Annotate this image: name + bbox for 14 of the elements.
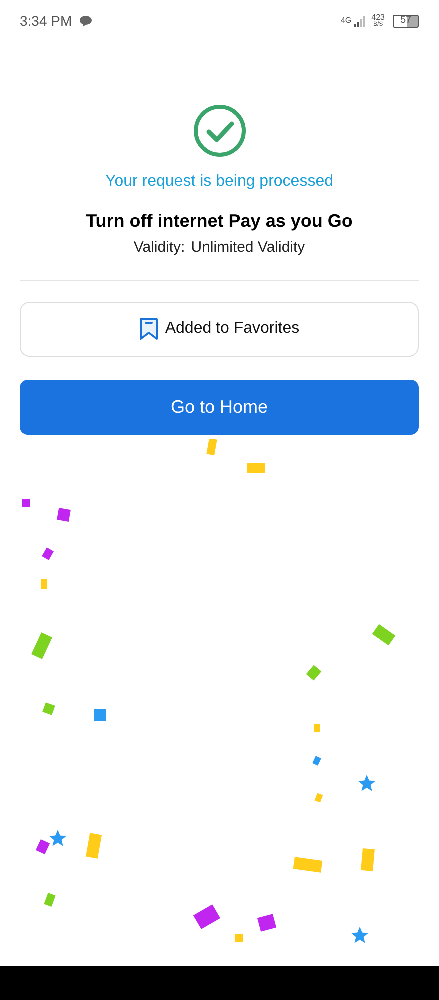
go-home-button[interactable]: Go to Home xyxy=(20,380,419,434)
chat-icon xyxy=(80,16,92,26)
network-speed: 423 xyxy=(372,14,385,22)
bookmark-icon xyxy=(139,317,160,341)
status-message: Your request is being processed xyxy=(106,172,334,192)
favorites-button[interactable]: Added to Favorites xyxy=(20,302,419,356)
validity-value: Unlimited Validity xyxy=(191,238,306,258)
signal-icon xyxy=(354,16,366,26)
battery-indicator: 57 xyxy=(393,14,419,28)
success-check-icon xyxy=(192,104,246,158)
plan-title: Turn off internet Pay as you Go xyxy=(86,210,353,233)
validity-label: Validity: xyxy=(134,238,186,258)
network-type: 4G xyxy=(340,17,352,25)
status-time: 3:34 PM xyxy=(20,12,72,30)
